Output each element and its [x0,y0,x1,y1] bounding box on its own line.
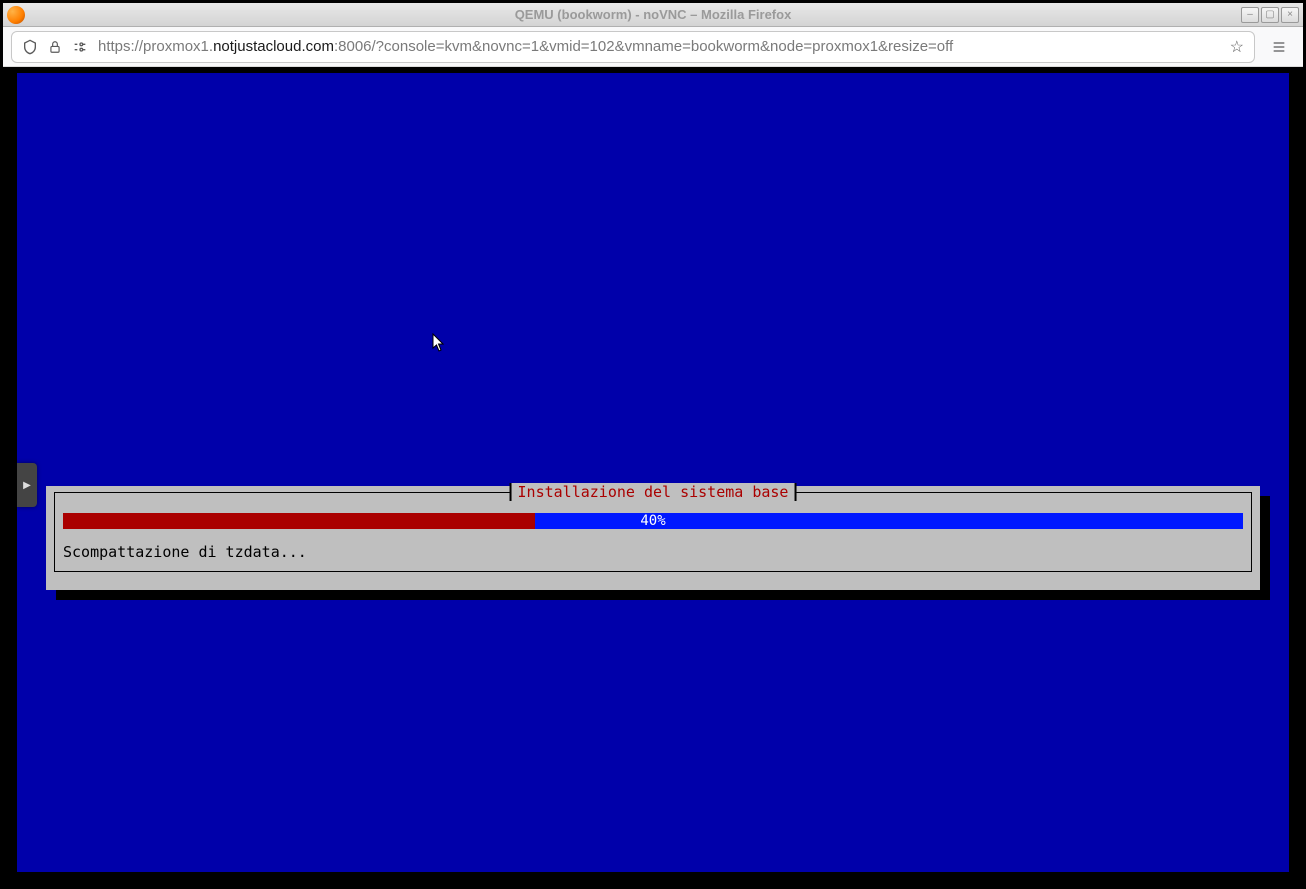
chevron-right-icon: ▶ [23,480,31,491]
installer-dialog: Installazione del sistema base 40% Scomp… [46,486,1260,590]
content-area: Installazione del sistema base 40% Scomp… [3,67,1303,886]
titlebar: QEMU (bookworm) - noVNC – Mozilla Firefo… [3,3,1303,27]
installer-box: Installazione del sistema base 40% Scomp… [46,486,1260,590]
shield-icon [22,39,38,55]
close-button[interactable]: × [1281,7,1299,23]
window-title: QEMU (bookworm) - noVNC – Mozilla Firefo… [3,7,1303,22]
menu-button[interactable] [1263,31,1295,63]
installer-frame: Installazione del sistema base 40% Scomp… [54,492,1252,572]
address-bar[interactable]: https://proxmox1.notjustacloud.com:8006/… [11,31,1255,63]
url-suffix: :8006/?console=kvm&novnc=1&vmid=102&vmna… [334,38,953,55]
firefox-window: QEMU (bookworm) - noVNC – Mozilla Firefo… [0,0,1306,889]
permissions-icon [72,40,88,54]
hamburger-icon [1271,39,1287,55]
status-text: Scompattazione di tzdata... [63,543,1243,561]
vnc-canvas[interactable]: Installazione del sistema base 40% Scomp… [17,73,1289,872]
mouse-cursor-icon [432,333,446,353]
url-host: notjustacloud.com [213,38,334,55]
bookmark-star-icon[interactable]: ☆ [1230,37,1244,57]
url-text: https://proxmox1.notjustacloud.com:8006/… [98,38,1220,55]
lock-icon [48,40,62,54]
browser-toolbar: https://proxmox1.notjustacloud.com:8006/… [3,27,1303,67]
url-prefix: https://proxmox1. [98,38,213,55]
maximize-button[interactable]: ▢ [1261,7,1279,23]
installer-title: Installazione del sistema base [510,483,797,501]
window-controls: – ▢ × [1241,7,1299,23]
firefox-icon [7,6,25,24]
novnc-sidebar-tab[interactable]: ▶ [17,463,37,507]
minimize-button[interactable]: – [1241,7,1259,23]
progress-bar: 40% [63,513,1243,529]
progress-label: 40% [63,513,1243,529]
